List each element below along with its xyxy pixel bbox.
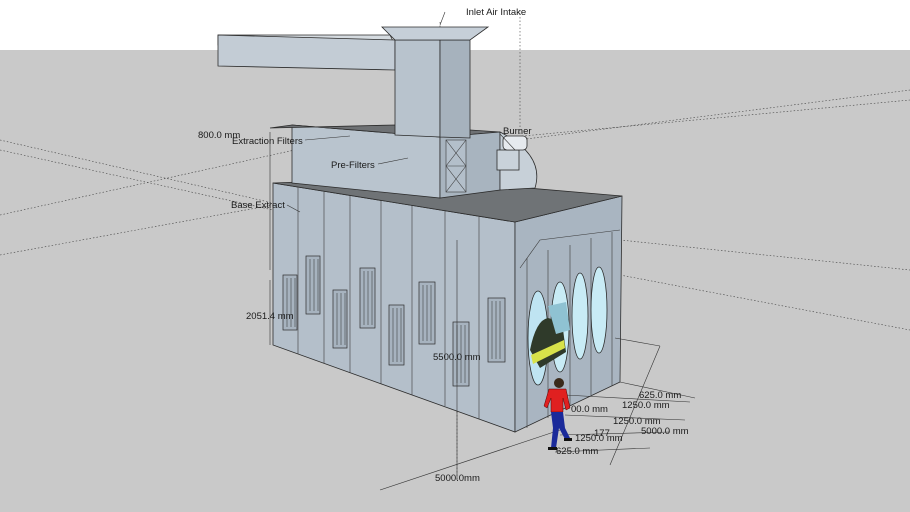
label-inlet-air-intake: Inlet Air Intake — [466, 7, 526, 18]
dim-800: 800.0 mm — [198, 130, 240, 141]
dim-1250-c: 1250.0 mm — [575, 433, 623, 444]
label-base-extract: Base Extract — [231, 200, 285, 211]
dim-2051: 2051.4 mm — [246, 311, 294, 322]
dim-1000: 00.0 mm — [571, 404, 608, 415]
intake-stack-front — [394, 39, 441, 138]
pre-filter-frame — [445, 139, 467, 193]
intake-duct-arm — [217, 34, 396, 71]
door-window-4 — [590, 266, 608, 354]
intake-hood — [381, 26, 490, 41]
label-pre-filters: Pre-Filters — [331, 160, 375, 171]
dim-6000: 5000.0 mm — [641, 426, 689, 437]
dim-5500: 5500.0 mm — [433, 352, 481, 363]
door-window-3 — [571, 272, 589, 360]
dim-1250-a: 1250.0 mm — [622, 400, 670, 411]
label-extraction-filters: Extraction Filters — [232, 136, 303, 147]
person-head — [554, 378, 564, 388]
intake-stack-side — [439, 39, 471, 139]
spray-booth-diagram: Inlet Air Intake Burner Extraction Filte… — [0, 0, 910, 512]
label-burner: Burner — [503, 126, 532, 137]
dim-5000: 5000.0mm — [435, 473, 480, 484]
dim-625-bottom: 625.0 mm — [556, 446, 598, 457]
